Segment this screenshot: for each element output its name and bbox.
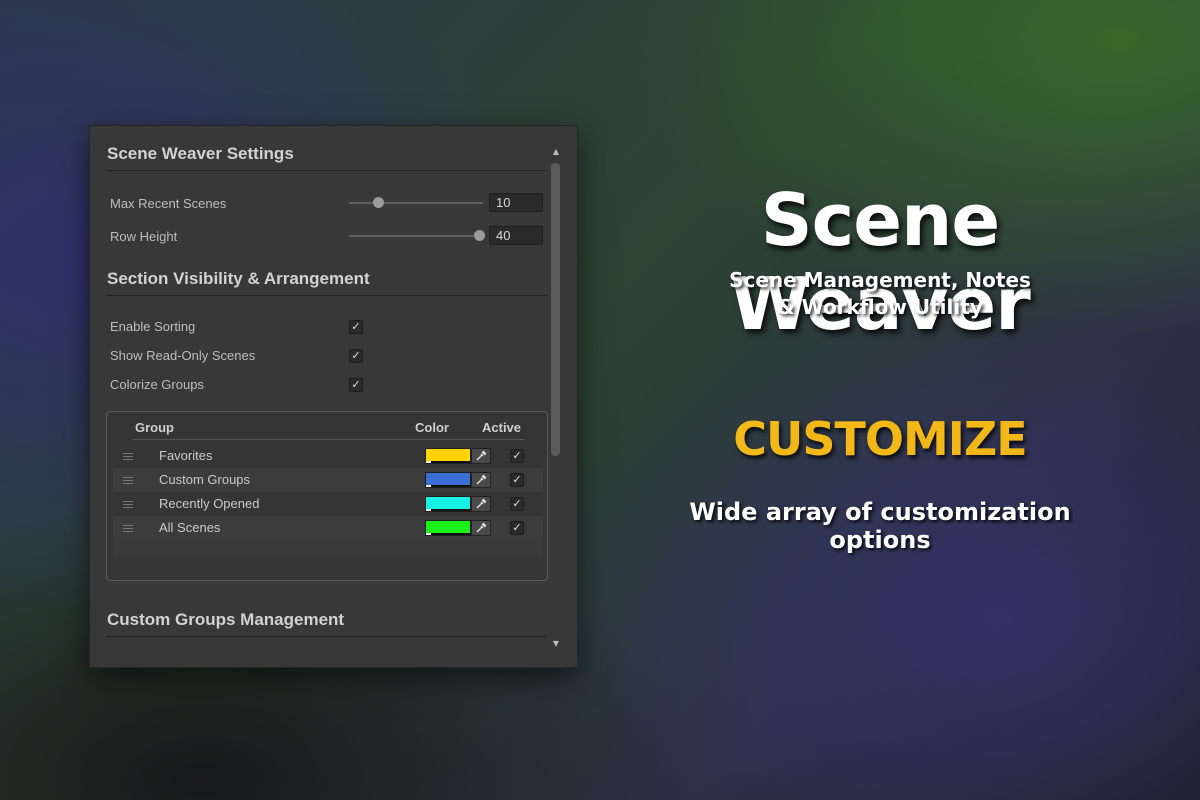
eyedropper-icon[interactable] (471, 472, 491, 488)
color-swatch[interactable] (425, 472, 471, 488)
active-checkbox[interactable]: ✓ (510, 521, 524, 535)
colorize-groups-label: Colorize Groups (110, 377, 204, 392)
scroll-up-arrow-icon[interactable]: ▲ (551, 148, 561, 156)
color-swatch[interactable] (425, 520, 471, 536)
show-read-only-scenes-label: Show Read-Only Scenes (110, 348, 256, 363)
enable-sorting-checkbox[interactable]: ✓ (349, 320, 363, 334)
active-checkbox[interactable]: ✓ (510, 449, 524, 463)
table-header-divider (133, 439, 525, 440)
group-name: All Scenes (159, 520, 221, 535)
scrollbar-thumb[interactable] (551, 163, 560, 456)
settings-section-header: Scene Weaver Settings (107, 144, 547, 171)
colorize-groups-checkbox[interactable]: ✓ (349, 378, 363, 392)
table-row[interactable]: Recently Opened ✓ (113, 492, 543, 516)
group-name: Recently Opened (159, 496, 260, 511)
custom-groups-section-header: Custom Groups Management (107, 610, 547, 637)
group-name: Favorites (159, 448, 213, 463)
drag-handle-icon[interactable] (123, 501, 133, 508)
row-height-label: Row Height (110, 229, 178, 244)
promo-description: Wide array of customization options (689, 498, 1071, 554)
max-recent-scenes-slider-thumb[interactable] (373, 197, 384, 208)
table-row[interactable]: Favorites ✓ (113, 444, 543, 468)
table-row[interactable]: Custom Groups ✓ (113, 468, 543, 492)
settings-panel: Scene Weaver Settings Max Recent Scenes … (89, 125, 578, 668)
max-recent-scenes-field[interactable]: 10 (489, 193, 543, 212)
eyedropper-icon[interactable] (471, 520, 491, 536)
active-checkbox[interactable]: ✓ (510, 473, 524, 487)
active-column-header: Active (482, 420, 522, 435)
promo-section-heading: CUSTOMIZE (733, 412, 1027, 466)
visibility-section-header: Section Visibility & Arrangement (107, 269, 547, 296)
table-row[interactable]: All Scenes ✓ (113, 516, 543, 540)
show-read-only-scenes-checkbox[interactable]: ✓ (349, 349, 363, 363)
promo-subtitle-line1: Scene Management, Notes (729, 268, 1031, 292)
color-swatch[interactable] (425, 496, 471, 512)
eyedropper-icon[interactable] (471, 496, 491, 512)
eyedropper-icon[interactable] (471, 448, 491, 464)
scroll-down-arrow-icon[interactable]: ▼ (551, 640, 561, 648)
group-name: Custom Groups (159, 472, 251, 487)
row-height-field[interactable]: 40 (489, 226, 543, 245)
row-height-slider-thumb[interactable] (474, 230, 485, 241)
promo-title: Scene Weaver (730, 178, 1031, 346)
max-recent-scenes-label: Max Recent Scenes (110, 196, 227, 211)
drag-handle-icon[interactable] (123, 525, 133, 532)
empty-table-area (113, 538, 543, 578)
drag-handle-icon[interactable] (123, 453, 133, 460)
group-table: Group Color Active Favorites ✓ Custom Gr… (106, 411, 548, 581)
enable-sorting-label: Enable Sorting (110, 319, 196, 334)
promo-subtitle-line2: & Workflow Utility (777, 295, 983, 319)
drag-handle-icon[interactable] (123, 477, 133, 484)
color-column-header: Color (415, 420, 449, 435)
color-swatch[interactable] (425, 448, 471, 464)
max-recent-scenes-slider-track[interactable] (349, 202, 483, 204)
active-checkbox[interactable]: ✓ (510, 497, 524, 511)
group-column-header: Group (135, 420, 174, 435)
row-height-slider-track[interactable] (349, 235, 483, 237)
